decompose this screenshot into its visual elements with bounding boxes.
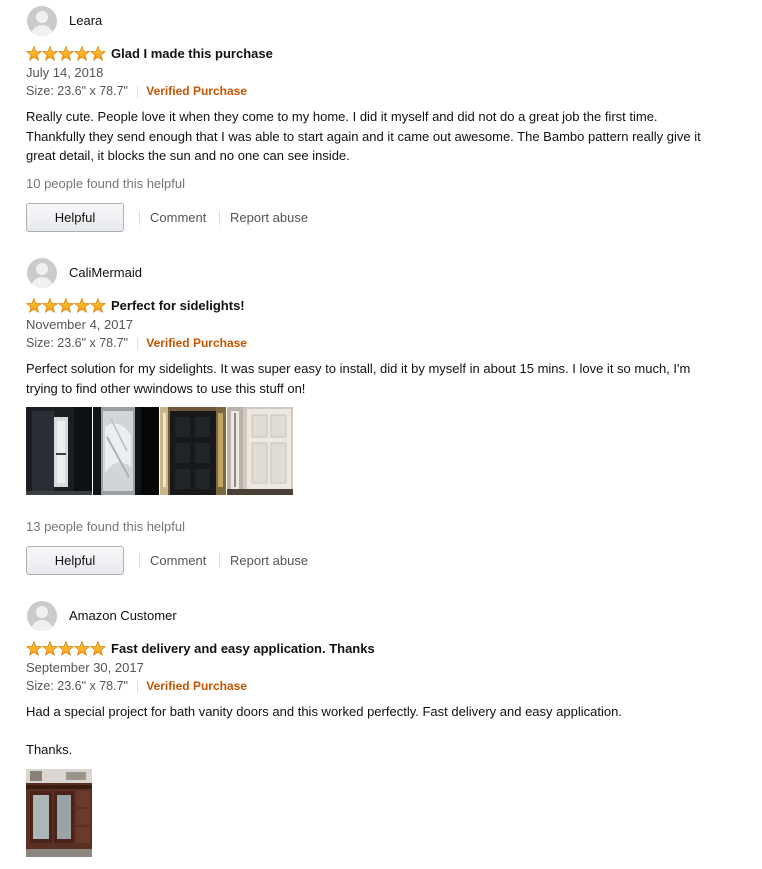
verified-purchase-badge: Verified Purchase [146,679,247,693]
star-rating[interactable] [26,298,106,313]
review-paragraph: Thanks. [26,741,73,757]
star-icon [89,298,106,313]
star-icon [41,46,59,61]
star-icon [73,298,91,313]
reviewer-name[interactable]: CaliMermaid [69,265,142,280]
avatar[interactable] [27,601,57,631]
helpful-button[interactable]: Helpful [26,546,124,575]
verified-purchase-badge: Verified Purchase [146,84,247,98]
review-title[interactable]: Perfect for sidelights! [111,298,245,313]
divider [219,554,220,568]
helpful-count: 10 people found this helpful [26,176,186,191]
divider [219,211,220,225]
star-icon [89,641,106,656]
review-image-black-door[interactable] [160,407,226,495]
report-abuse-link[interactable]: Report abuse [230,553,308,568]
star-icon [89,46,106,61]
verified-purchase-badge: Verified Purchase [146,336,247,350]
helpful-count: 13 people found this helpful [26,519,186,534]
report-abuse-link[interactable]: Report abuse [230,210,308,225]
size-variant[interactable]: Size: 23.6" x 78.7" [26,679,128,693]
star-rating[interactable] [26,46,106,61]
review-body: Really cute. People love it when they co… [26,107,706,166]
size-variant[interactable]: Size: 23.6" x 78.7" [26,336,128,350]
star-rating[interactable] [26,641,106,656]
review-paragraph: Perfect solution for my sidelights. It w… [26,361,691,396]
review-date: November 4, 2017 [26,317,133,332]
review-paragraph: Really cute. People love it when they co… [26,109,701,163]
star-icon [73,46,91,61]
star-icon [41,641,59,656]
star-icon [73,641,91,656]
review-title[interactable]: Glad I made this purchase [111,46,273,61]
review-date: July 14, 2018 [26,65,104,80]
size-variant[interactable]: Size: 23.6" x 78.7" [26,84,128,98]
helpful-button[interactable]: Helpful [26,203,124,232]
reviewer-name[interactable]: Amazon Customer [69,608,177,623]
star-icon [26,46,43,61]
star-icon [57,641,75,656]
review-meta: Size: 23.6" x 78.7" | Verified Purchase [26,84,247,98]
star-icon [41,298,59,313]
star-icon [26,641,43,656]
review-title[interactable]: Fast delivery and easy application. Than… [111,641,375,656]
avatar[interactable] [27,258,57,288]
review-image-vanity-doors[interactable] [26,769,92,857]
comment-link[interactable]: Comment [150,553,206,568]
star-icon [57,298,75,313]
review-paragraph: Had a special project for bath vanity do… [26,704,622,719]
reviewer-name[interactable]: Leara [69,13,102,28]
review-meta: Size: 23.6" x 78.7" | Verified Purchase [26,336,247,350]
comment-link[interactable]: Comment [150,210,206,225]
review-body: Had a special project for bath vanity do… [26,702,706,759]
review-body: Perfect solution for my sidelights. It w… [26,359,706,398]
avatar[interactable] [27,6,57,36]
divider [139,554,140,568]
review-image-white-door[interactable] [227,407,293,495]
divider [139,211,140,225]
review-image-frosted-glass[interactable] [93,407,159,495]
star-icon [57,46,75,61]
review-meta: Size: 23.6" x 78.7" | Verified Purchase [26,679,247,693]
review-image-dark-sidelight[interactable] [26,407,92,495]
review-date: September 30, 2017 [26,660,144,675]
star-icon [26,298,43,313]
